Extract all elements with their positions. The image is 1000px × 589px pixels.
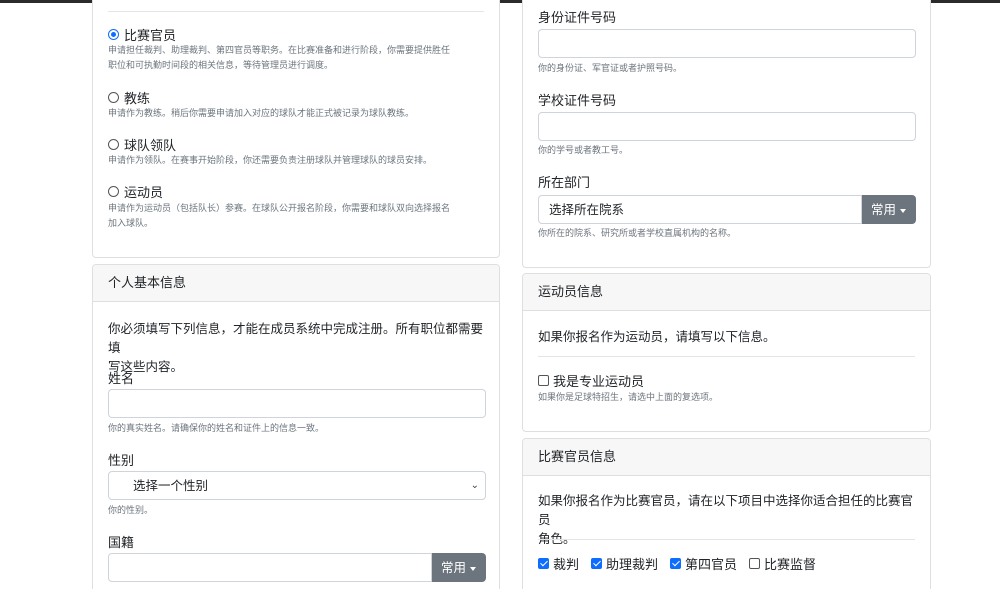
gender-help: 你的性别。 xyxy=(108,506,154,516)
athlete-intro: 如果你报名作为运动员，请填写以下信息。 xyxy=(538,329,776,344)
nationality-input[interactable] xyxy=(108,553,432,582)
personal-info-card: 个人基本信息 你必须填写下列信息，才能在成员系统中完成注册。所有职位都需要填 写这… xyxy=(92,264,500,589)
radio-icon[interactable] xyxy=(108,139,119,150)
role-desc: 申请担任裁判、助理裁判、第四官员等职务。在比赛准备和进行阶段，你需要提供胜任 职位… xyxy=(108,46,451,71)
role-card: 比赛官员 申请担任裁判、助理裁判、第四官员等职务。在比赛准备和进行阶段，你需要提… xyxy=(92,0,500,258)
role-label: 教练 xyxy=(124,92,151,107)
role-label: 球队领队 xyxy=(124,139,177,154)
id-label: 身份证件号码 xyxy=(538,11,617,26)
official-card: 比赛官员信息 如果你报名作为比赛官员，请在以下项目中选择你适合担任的比赛官员 角色… xyxy=(522,438,931,589)
pro-athlete-help: 如果你是足球特招生，请选中上面的复选项。 xyxy=(538,393,719,403)
pro-athlete-checkbox[interactable]: 我是专业运动员 xyxy=(538,371,644,390)
role-option-coach[interactable]: 教练 xyxy=(108,88,150,107)
divider xyxy=(108,11,484,12)
card-header: 运动员信息 xyxy=(523,274,930,311)
gender-select[interactable]: 选择一个性别 ⌄ xyxy=(108,471,486,500)
checkbox-label: 助理裁判 xyxy=(606,558,659,573)
nationality-common-button[interactable]: 常用 xyxy=(432,553,486,582)
dept-input[interactable]: 选择所在院系 xyxy=(538,195,862,224)
checkbox-icon[interactable] xyxy=(538,375,549,386)
official-role-fourth-official[interactable]: 第四官员 xyxy=(670,554,737,573)
role-desc: 申请作为运动员（包括队长）参赛。在球队公开报名阶段，你需要和球队双向选择报名 加入… xyxy=(108,204,451,229)
athlete-card: 运动员信息 如果你报名作为运动员，请填写以下信息。 我是专业运动员 如果你是足球… xyxy=(522,273,931,432)
card-header: 比赛官员信息 xyxy=(523,439,930,476)
checkbox-label: 我是专业运动员 xyxy=(553,375,645,390)
dept-help: 你所在的院系、研究所或者学校直属机构的名称。 xyxy=(538,229,737,239)
dept-label: 所在部门 xyxy=(538,176,591,191)
official-role-match-supervisor[interactable]: 比赛监督 xyxy=(749,554,816,573)
role-desc: 申请作为领队。在赛事开始阶段，你还需要负责注册球队并管理球队的球员安排。 xyxy=(108,156,433,166)
checkbox-checked-icon[interactable] xyxy=(538,558,549,569)
button-label: 常用 xyxy=(441,560,467,575)
id-input[interactable] xyxy=(538,29,916,58)
name-input[interactable] xyxy=(108,389,486,418)
name-label: 姓名 xyxy=(108,372,135,387)
radio-icon[interactable] xyxy=(108,92,119,103)
nationality-label: 国籍 xyxy=(108,536,135,551)
role-desc: 申请作为教练。稍后你需要申请加入对应的球队才能正式被记录为球队教练。 xyxy=(108,109,415,119)
checkbox-label: 第四官员 xyxy=(685,558,738,573)
checkbox-label: 裁判 xyxy=(553,558,580,573)
school-id-help: 你的学号或者教工号。 xyxy=(538,146,629,156)
role-label: 运动员 xyxy=(124,186,164,201)
role-option-official[interactable]: 比赛官员 xyxy=(108,25,176,44)
divider xyxy=(538,356,915,357)
role-label: 比赛官员 xyxy=(124,29,177,44)
official-roles-group: 裁判 助理裁判 第四官员 比赛监督 xyxy=(538,554,828,573)
name-help: 你的真实姓名。请确保你的姓名和证件上的信息一致。 xyxy=(108,424,325,434)
chevron-down-icon: ⌄ xyxy=(470,480,479,491)
dept-common-button[interactable]: 常用 xyxy=(862,195,916,224)
gender-label: 性别 xyxy=(108,454,135,469)
caret-down-icon xyxy=(900,208,907,213)
official-role-assistant-referee[interactable]: 助理裁判 xyxy=(591,554,658,573)
role-option-team-leader[interactable]: 球队领队 xyxy=(108,135,176,154)
checkbox-checked-icon[interactable] xyxy=(591,558,603,569)
checkbox-label: 比赛监督 xyxy=(764,558,817,573)
radio-checked-icon[interactable] xyxy=(108,29,119,40)
dept-value: 选择所在院系 xyxy=(549,202,625,217)
id-help: 你的身份证、军官证或者护照号码。 xyxy=(538,64,683,74)
radio-icon[interactable] xyxy=(108,186,119,197)
official-role-referee[interactable]: 裁判 xyxy=(538,554,579,573)
checkbox-icon[interactable] xyxy=(749,558,761,569)
caret-down-icon xyxy=(470,566,477,571)
checkbox-checked-icon[interactable] xyxy=(670,558,682,569)
role-option-athlete[interactable]: 运动员 xyxy=(108,182,163,201)
school-id-input[interactable] xyxy=(538,112,916,141)
id-info-card: 身份证件号码 你的身份证、军官证或者护照号码。 学校证件号码 你的学号或者教工号… xyxy=(522,0,931,268)
button-label: 常用 xyxy=(871,202,897,217)
divider xyxy=(538,539,915,540)
card-header: 个人基本信息 xyxy=(93,265,499,302)
gender-value: 选择一个性别 xyxy=(133,478,209,493)
school-id-label: 学校证件号码 xyxy=(538,94,617,109)
personal-intro: 你必须填写下列信息，才能在成员系统中完成注册。所有职位都需要填 写这些内容。 xyxy=(108,321,484,374)
